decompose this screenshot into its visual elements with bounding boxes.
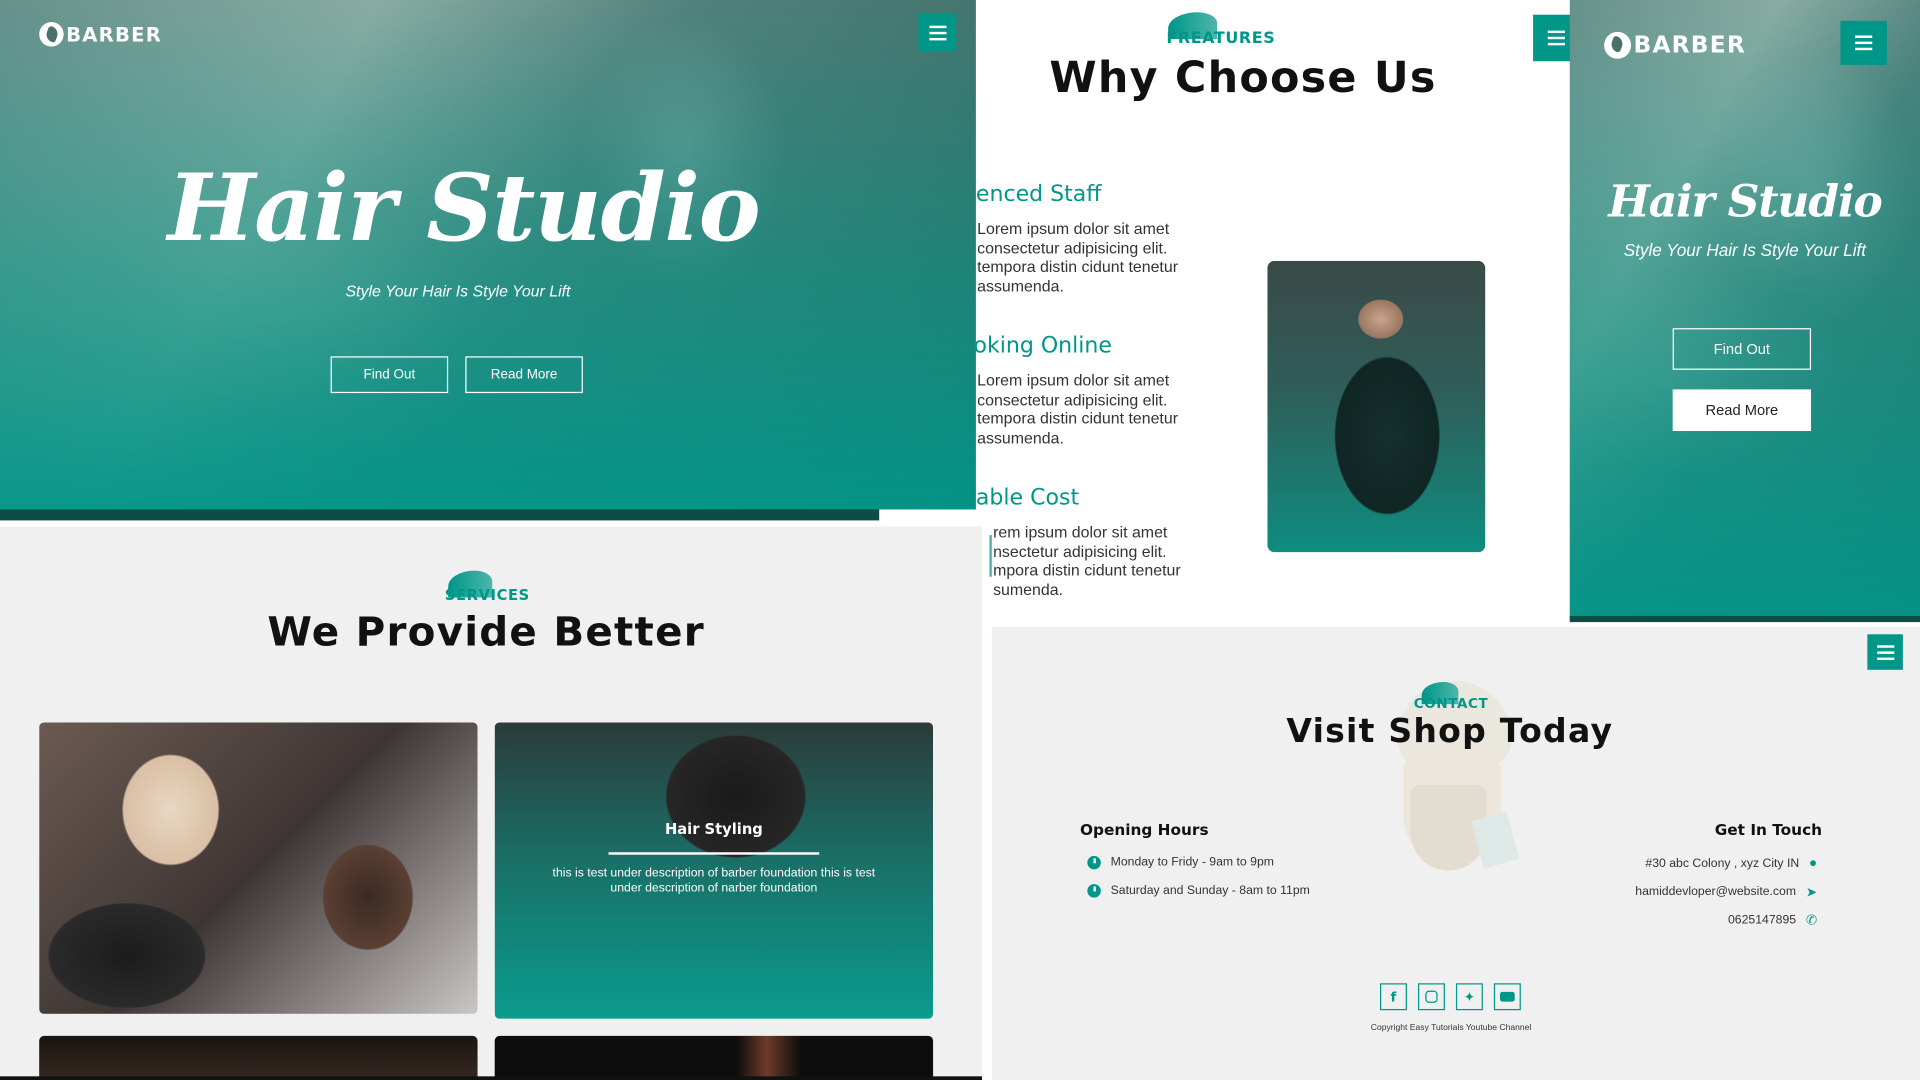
features-heading: Why Choose Us — [1049, 53, 1437, 103]
service-card-bottom-left[interactable] — [39, 1035, 478, 1080]
facebook-icon[interactable]: f — [1380, 983, 1407, 1011]
find-out-button[interactable]: Find Out — [330, 356, 449, 394]
phone-icon: ✆ — [1805, 913, 1818, 929]
copyright-text: Copyright Easy Tutorials Youtube Channel — [1370, 1023, 1532, 1033]
brand-logo-text-mobile: BARBER — [1633, 31, 1747, 59]
hamburger-icon — [928, 25, 946, 40]
contact-panel: CONTACT Visit Shop Today Opening Hours M… — [991, 626, 1920, 1080]
service-card-bottom-right[interactable] — [494, 1035, 934, 1080]
hair-styling-text: this is test under description of barber… — [552, 866, 876, 896]
email-text[interactable]: hamiddevloper@website.com — [1635, 885, 1796, 898]
hero-left-panel: BARBER Hair Studio Style Your Hair Is St… — [0, 0, 976, 510]
hair-styling-title: Hair Styling — [664, 820, 763, 838]
map-pin-icon: ● — [1809, 855, 1818, 871]
service-card-hair-styling[interactable]: Hair Styling this is test under descript… — [494, 722, 934, 1019]
hero-tagline: Style Your Hair Is Style Your Lift — [345, 281, 571, 301]
features-kicker-wrap: FREATURES — [1160, 12, 1282, 49]
services-kicker: SERVICES — [444, 586, 530, 604]
feature-accent-line — [989, 535, 992, 577]
address-text: #30 abc Colony , xyz City IN — [1645, 856, 1800, 871]
service-card-haircut-photo[interactable] — [39, 722, 478, 1014]
hero-mobile-panel: BARBER Hair Studio Style Your Hair Is St… — [1569, 0, 1920, 623]
services-bottom-line — [0, 1076, 983, 1080]
clock-icon — [1087, 855, 1101, 870]
services-kicker-wrap: SERVICES — [426, 570, 548, 608]
menu-button[interactable] — [918, 13, 957, 52]
screenshot-collage: BARBER Hair Studio Style Your Hair Is St… — [0, 0, 1920, 1080]
hero-mobile-tagline: Style Your Hair Is Style Your Lift — [1623, 240, 1867, 260]
brand-logo[interactable]: BARBER — [39, 22, 163, 47]
contact-kicker: CONTACT — [1413, 695, 1489, 712]
twitter-icon[interactable]: ✦ — [1455, 983, 1483, 1011]
hours-row-weekday: Monday to Fridy - 9am to 9pm — [1087, 855, 1274, 870]
features-panel: FREATURES Why Choose Us enced Staff Lore… — [973, 0, 1580, 623]
address-row: #30 abc Colony , xyz City IN ● — [1645, 856, 1817, 871]
hero-title: Hair Studio — [167, 153, 761, 263]
hours-weekday: Monday to Fridy - 9am to 9pm — [1110, 855, 1274, 870]
feature-title-cost: able Cost — [975, 484, 1080, 511]
barber-logo-icon-mobile — [1604, 31, 1632, 59]
barber-photo — [1267, 260, 1486, 553]
hamburger-icon-mobile — [1855, 35, 1873, 51]
services-heading: We Provide Better — [267, 607, 705, 656]
hours-weekend: Saturday and Sunday - 8am to 11pm — [1110, 884, 1310, 898]
services-panel: SERVICES We Provide Better Hair Styling … — [0, 526, 983, 1080]
clock-icon — [1087, 884, 1101, 898]
contact-menu-button[interactable] — [1867, 634, 1903, 670]
read-more-button-mobile[interactable]: Read More — [1672, 389, 1812, 432]
get-in-touch-title: Get In Touch — [1714, 820, 1823, 839]
opening-hours-title: Opening Hours — [1080, 820, 1209, 839]
read-more-button[interactable]: Read More — [465, 356, 583, 394]
feature-text-booking: Lorem ipsum dolor sit amet consectetur a… — [977, 371, 1179, 447]
brand-logo-text: BARBER — [66, 22, 163, 46]
paper-plane-icon: ➤ — [1805, 885, 1818, 901]
email-row[interactable]: hamiddevloper@website.com ➤ — [1635, 884, 1817, 900]
feature-text-staff: Lorem ipsum dolor sit amet consectetur a… — [977, 219, 1179, 295]
hero-bottom-band — [0, 509, 880, 521]
contact-hamburger-icon — [1876, 644, 1894, 660]
hours-row-weekend: Saturday and Sunday - 8am to 11pm — [1087, 884, 1310, 898]
features-hamburger-icon — [1547, 30, 1565, 46]
features-kicker: FREATURES — [1166, 29, 1276, 48]
find-out-button-mobile[interactable]: Find Out — [1672, 328, 1812, 370]
hair-styling-divider — [608, 852, 820, 855]
contact-heading: Visit Shop Today — [1286, 712, 1614, 751]
feature-text-cost: rem ipsum dolor sit amet nsectetur adipi… — [993, 522, 1181, 599]
feature-title-staff: enced Staff — [975, 181, 1102, 207]
instagram-icon[interactable] — [1417, 983, 1445, 1011]
phone-text[interactable]: 0625147895 — [1728, 913, 1796, 926]
youtube-icon[interactable] — [1493, 983, 1521, 1011]
phone-row[interactable]: 0625147895 ✆ — [1728, 912, 1817, 928]
hero-mobile-bottom-band — [1569, 615, 1920, 623]
barber-logo-icon — [39, 22, 64, 47]
feature-title-booking: oking Online — [973, 333, 1112, 359]
hero-mobile-title: Hair Studio — [1608, 176, 1883, 228]
hero-mobile-overlay — [1569, 0, 1920, 623]
brand-logo-mobile[interactable]: BARBER — [1604, 31, 1747, 59]
menu-button-mobile[interactable] — [1840, 20, 1887, 65]
